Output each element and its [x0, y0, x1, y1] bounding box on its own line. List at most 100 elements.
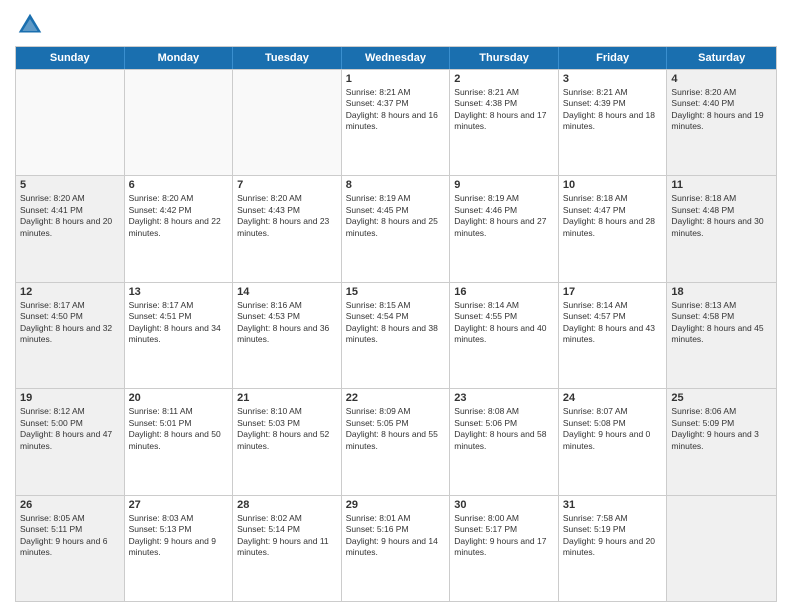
- day-info: Sunrise: 8:21 AM Sunset: 4:38 PM Dayligh…: [454, 87, 554, 133]
- day-info: Sunrise: 8:05 AM Sunset: 5:11 PM Dayligh…: [20, 513, 120, 559]
- day-info: Sunrise: 8:11 AM Sunset: 5:01 PM Dayligh…: [129, 406, 229, 452]
- day-info: Sunrise: 8:13 AM Sunset: 4:58 PM Dayligh…: [671, 300, 772, 346]
- day-number: 13: [129, 286, 229, 298]
- day-info: Sunrise: 8:12 AM Sunset: 5:00 PM Dayligh…: [20, 406, 120, 452]
- day-info: Sunrise: 8:17 AM Sunset: 4:51 PM Dayligh…: [129, 300, 229, 346]
- day-info: Sunrise: 8:20 AM Sunset: 4:43 PM Dayligh…: [237, 193, 337, 239]
- day-info: Sunrise: 8:09 AM Sunset: 5:05 PM Dayligh…: [346, 406, 446, 452]
- day-info: Sunrise: 8:20 AM Sunset: 4:42 PM Dayligh…: [129, 193, 229, 239]
- day-info: Sunrise: 8:06 AM Sunset: 5:09 PM Dayligh…: [671, 406, 772, 452]
- day-info: Sunrise: 8:02 AM Sunset: 5:14 PM Dayligh…: [237, 513, 337, 559]
- day-number: 28: [237, 499, 337, 511]
- cal-cell-3-6: 25 Sunrise: 8:06 AM Sunset: 5:09 PM Dayli…: [667, 389, 776, 494]
- day-info: Sunrise: 8:10 AM Sunset: 5:03 PM Dayligh…: [237, 406, 337, 452]
- day-number: 2: [454, 73, 554, 85]
- logo: [15, 10, 49, 40]
- day-of-week-saturday: Saturday: [667, 47, 776, 69]
- day-number: 25: [671, 392, 772, 404]
- day-info: Sunrise: 8:19 AM Sunset: 4:45 PM Dayligh…: [346, 193, 446, 239]
- cal-cell-2-1: 13 Sunrise: 8:17 AM Sunset: 4:51 PM Dayli…: [125, 283, 234, 388]
- day-number: 11: [671, 179, 772, 191]
- cal-cell-2-3: 15Sunrise: 8:15 AM Sunset: 4:54 PM Dayli…: [342, 283, 451, 388]
- day-number: 17: [563, 286, 663, 298]
- cal-cell-4-1: 27 Sunrise: 8:03 AM Sunset: 5:13 PM Dayli…: [125, 496, 234, 601]
- logo-icon: [15, 10, 45, 40]
- calendar-body: 1Sunrise: 8:21 AM Sunset: 4:37 PM Daylig…: [16, 69, 776, 601]
- cal-cell-2-0: 12 Sunrise: 8:17 AM Sunset: 4:50 PM Dayli…: [16, 283, 125, 388]
- day-info: Sunrise: 8:16 AM Sunset: 4:53 PM Dayligh…: [237, 300, 337, 346]
- day-of-week-monday: Monday: [125, 47, 234, 69]
- cal-cell-1-0: 5Sunrise: 8:20 AM Sunset: 4:41 PM Daylig…: [16, 176, 125, 281]
- cal-cell-0-0: [16, 70, 125, 175]
- day-number: 4: [671, 73, 772, 85]
- cal-cell-0-3: 1Sunrise: 8:21 AM Sunset: 4:37 PM Daylig…: [342, 70, 451, 175]
- day-info: Sunrise: 8:18 AM Sunset: 4:48 PM Dayligh…: [671, 193, 772, 239]
- cal-cell-3-1: 20 Sunrise: 8:11 AM Sunset: 5:01 PM Dayli…: [125, 389, 234, 494]
- day-info: Sunrise: 8:20 AM Sunset: 4:40 PM Dayligh…: [671, 87, 772, 133]
- cal-cell-4-6: [667, 496, 776, 601]
- day-number: 31: [563, 499, 663, 511]
- day-of-week-sunday: Sunday: [16, 47, 125, 69]
- calendar-row-4: 26Sunrise: 8:05 AM Sunset: 5:11 PM Dayli…: [16, 495, 776, 601]
- header: [15, 10, 777, 40]
- day-number: 22: [346, 392, 446, 404]
- calendar-row-1: 5Sunrise: 8:20 AM Sunset: 4:41 PM Daylig…: [16, 175, 776, 281]
- day-number: 29: [346, 499, 446, 511]
- cal-cell-4-0: 26Sunrise: 8:05 AM Sunset: 5:11 PM Dayli…: [16, 496, 125, 601]
- day-info: Sunrise: 8:14 AM Sunset: 4:57 PM Dayligh…: [563, 300, 663, 346]
- cal-cell-0-5: 3Sunrise: 8:21 AM Sunset: 4:39 PM Daylig…: [559, 70, 668, 175]
- cal-cell-1-4: 9Sunrise: 8:19 AM Sunset: 4:46 PM Daylig…: [450, 176, 559, 281]
- day-number: 23: [454, 392, 554, 404]
- cal-cell-4-3: 29 Sunrise: 8:01 AM Sunset: 5:16 PM Dayli…: [342, 496, 451, 601]
- cal-cell-1-2: 7 Sunrise: 8:20 AM Sunset: 4:43 PM Daylig…: [233, 176, 342, 281]
- day-info: Sunrise: 8:00 AM Sunset: 5:17 PM Dayligh…: [454, 513, 554, 559]
- day-number: 18: [671, 286, 772, 298]
- day-number: 9: [454, 179, 554, 191]
- cal-cell-1-5: 10 Sunrise: 8:18 AM Sunset: 4:47 PM Dayli…: [559, 176, 668, 281]
- day-info: Sunrise: 8:07 AM Sunset: 5:08 PM Dayligh…: [563, 406, 663, 452]
- day-info: Sunrise: 8:21 AM Sunset: 4:37 PM Dayligh…: [346, 87, 446, 133]
- cal-cell-4-4: 30 Sunrise: 8:00 AM Sunset: 5:17 PM Dayli…: [450, 496, 559, 601]
- cal-cell-3-5: 24 Sunrise: 8:07 AM Sunset: 5:08 PM Dayli…: [559, 389, 668, 494]
- cal-cell-1-1: 6 Sunrise: 8:20 AM Sunset: 4:42 PM Daylig…: [125, 176, 234, 281]
- day-info: Sunrise: 8:21 AM Sunset: 4:39 PM Dayligh…: [563, 87, 663, 133]
- day-number: 16: [454, 286, 554, 298]
- calendar: SundayMondayTuesdayWednesdayThursdayFrid…: [15, 46, 777, 602]
- day-number: 8: [346, 179, 446, 191]
- cal-cell-3-0: 19 Sunrise: 8:12 AM Sunset: 5:00 PM Dayli…: [16, 389, 125, 494]
- day-number: 30: [454, 499, 554, 511]
- calendar-header: SundayMondayTuesdayWednesdayThursdayFrid…: [16, 47, 776, 69]
- cal-cell-1-3: 8 Sunrise: 8:19 AM Sunset: 4:45 PM Daylig…: [342, 176, 451, 281]
- day-number: 19: [20, 392, 120, 404]
- cal-cell-0-4: 2 Sunrise: 8:21 AM Sunset: 4:38 PM Daylig…: [450, 70, 559, 175]
- cal-cell-2-4: 16Sunrise: 8:14 AM Sunset: 4:55 PM Dayli…: [450, 283, 559, 388]
- day-info: Sunrise: 8:01 AM Sunset: 5:16 PM Dayligh…: [346, 513, 446, 559]
- day-number: 21: [237, 392, 337, 404]
- cal-cell-0-1: [125, 70, 234, 175]
- day-of-week-thursday: Thursday: [450, 47, 559, 69]
- cal-cell-3-3: 22 Sunrise: 8:09 AM Sunset: 5:05 PM Dayli…: [342, 389, 451, 494]
- cal-cell-2-5: 17 Sunrise: 8:14 AM Sunset: 4:57 PM Dayli…: [559, 283, 668, 388]
- day-info: Sunrise: 8:17 AM Sunset: 4:50 PM Dayligh…: [20, 300, 120, 346]
- day-number: 5: [20, 179, 120, 191]
- day-info: Sunrise: 8:03 AM Sunset: 5:13 PM Dayligh…: [129, 513, 229, 559]
- day-number: 27: [129, 499, 229, 511]
- day-number: 7: [237, 179, 337, 191]
- day-number: 12: [20, 286, 120, 298]
- cal-cell-3-4: 23Sunrise: 8:08 AM Sunset: 5:06 PM Dayli…: [450, 389, 559, 494]
- day-number: 20: [129, 392, 229, 404]
- page: SundayMondayTuesdayWednesdayThursdayFrid…: [0, 0, 792, 612]
- cal-cell-2-2: 14 Sunrise: 8:16 AM Sunset: 4:53 PM Dayli…: [233, 283, 342, 388]
- cal-cell-1-6: 11 Sunrise: 8:18 AM Sunset: 4:48 PM Dayli…: [667, 176, 776, 281]
- cal-cell-4-2: 28 Sunrise: 8:02 AM Sunset: 5:14 PM Dayli…: [233, 496, 342, 601]
- cal-cell-4-5: 31 Sunrise: 7:58 AM Sunset: 5:19 PM Dayli…: [559, 496, 668, 601]
- day-number: 14: [237, 286, 337, 298]
- day-number: 24: [563, 392, 663, 404]
- day-of-week-wednesday: Wednesday: [342, 47, 451, 69]
- day-info: Sunrise: 7:58 AM Sunset: 5:19 PM Dayligh…: [563, 513, 663, 559]
- day-number: 10: [563, 179, 663, 191]
- calendar-row-0: 1Sunrise: 8:21 AM Sunset: 4:37 PM Daylig…: [16, 69, 776, 175]
- day-info: Sunrise: 8:18 AM Sunset: 4:47 PM Dayligh…: [563, 193, 663, 239]
- cal-cell-2-6: 18 Sunrise: 8:13 AM Sunset: 4:58 PM Dayli…: [667, 283, 776, 388]
- day-number: 6: [129, 179, 229, 191]
